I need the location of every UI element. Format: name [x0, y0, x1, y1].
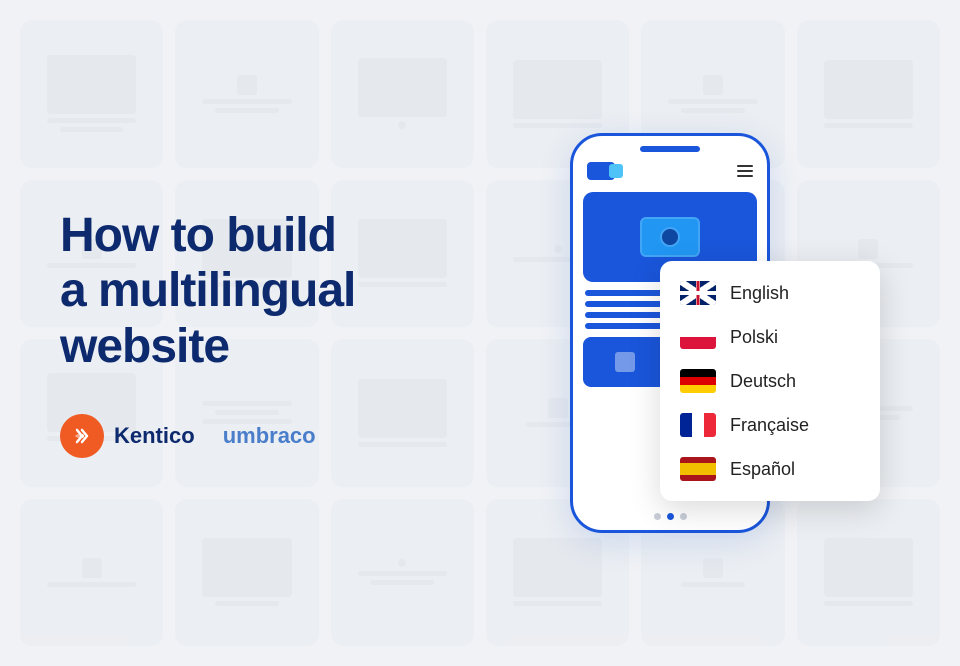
- lang-item-espanol[interactable]: Español: [660, 447, 880, 491]
- flag-es: [680, 457, 716, 481]
- phone-card-icon: [615, 352, 635, 372]
- kentico-label: Kentico: [114, 423, 195, 449]
- umbraco-label: umbraco: [223, 423, 316, 449]
- flag-pl: [680, 325, 716, 349]
- hamburger-icon[interactable]: [737, 165, 753, 177]
- lang-item-polski[interactable]: Polski: [660, 315, 880, 359]
- phone-circle-icon: [660, 227, 680, 247]
- kentico-icon: [60, 414, 104, 458]
- logos-row: Kentico umbraco: [60, 414, 440, 458]
- flag-fr: [680, 413, 716, 437]
- phone-card-blue: [583, 337, 667, 387]
- lang-name-espanol: Español: [730, 459, 795, 480]
- phone-dots: [573, 505, 767, 530]
- phone-dot: [654, 513, 661, 520]
- kentico-logo: Kentico: [60, 414, 195, 458]
- lang-item-english[interactable]: English: [660, 271, 880, 315]
- lang-name-polski: Polski: [730, 327, 778, 348]
- lang-item-francaise[interactable]: Française: [660, 403, 880, 447]
- phone-notch: [640, 146, 700, 152]
- main-content: How to build a multilingual website Kent…: [0, 0, 960, 666]
- phone-dot: [680, 513, 687, 520]
- flag-uk: [680, 281, 716, 305]
- phone-bill-icon: [640, 217, 700, 257]
- lang-name-english: English: [730, 283, 789, 304]
- kentico-brand-icon: [69, 423, 95, 449]
- phone-header: [573, 158, 767, 186]
- language-dropdown[interactable]: English Polski Deutsch: [660, 261, 880, 501]
- umbraco-logo: umbraco: [223, 423, 316, 449]
- phone-logo: [587, 162, 615, 180]
- phone-dot-active: [667, 513, 674, 520]
- left-panel: How to build a multilingual website Kent…: [60, 208, 440, 458]
- page-title: How to build a multilingual website: [60, 208, 440, 374]
- flag-uk-inner: [680, 281, 716, 305]
- lang-name-deutsch: Deutsch: [730, 371, 796, 392]
- lang-item-deutsch[interactable]: Deutsch: [660, 359, 880, 403]
- right-panel: English Polski Deutsch: [440, 133, 900, 533]
- lang-name-francaise: Française: [730, 415, 809, 436]
- flag-de: [680, 369, 716, 393]
